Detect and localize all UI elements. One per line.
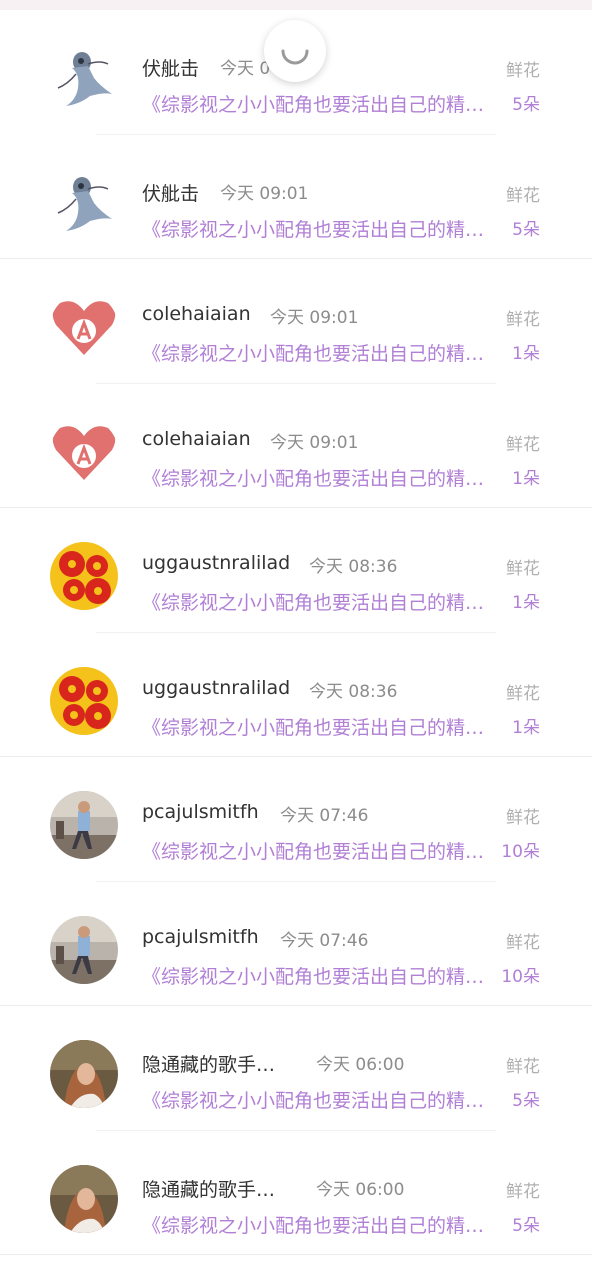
book-title-link[interactable]: 《综影视之小小配角也要活出自己的精彩》 — [142, 713, 494, 740]
gift-time: 今天 09:01 — [270, 308, 359, 328]
list-item[interactable]: 隐通藏的歌手… 今天 06:00 《综影视之小小配角也要活出自己的精彩》 鲜花 … — [0, 1006, 592, 1131]
user-name[interactable]: pcajulsmitfh — [142, 801, 259, 823]
gift-time: 今天 09:01 — [270, 432, 359, 453]
gift-count: 5朵 — [512, 219, 540, 240]
gift-time: 今天 08:36 — [309, 557, 398, 577]
book-title-link[interactable]: 《综影视之小小配角也要活出自己的精彩》 — [142, 1211, 494, 1238]
gift-count: 5朵 — [512, 1215, 540, 1236]
gift-type-label: 鲜花 — [506, 683, 540, 704]
user-name[interactable]: colehaiaian — [142, 303, 251, 325]
gift-type-label: 鲜花 — [506, 61, 540, 81]
book-title-link[interactable]: 《综影视之小小配角也要活出自己的精彩》 — [142, 837, 494, 864]
user-name[interactable]: uggaustnralilad — [142, 552, 290, 574]
list-item[interactable]: colehaiaian 今天 09:01 《综影视之小小配角也要活出自己的精彩》… — [0, 259, 592, 384]
street-photo-avatar[interactable] — [50, 791, 118, 859]
gift-type-label: 鲜花 — [506, 932, 540, 953]
user-name[interactable]: 隐通藏的歌手… — [142, 1050, 275, 1077]
gift-type-label: 鲜花 — [506, 185, 540, 206]
list-item[interactable]: pcajulsmitfh 今天 07:46 《综影视之小小配角也要活出自己的精彩… — [0, 757, 592, 882]
gift-time: 今天 06:00 — [316, 1179, 405, 1200]
red-flowers-avatar[interactable] — [50, 666, 118, 735]
book-title-link[interactable]: 《综影视之小小配角也要活出自己的精彩》 — [142, 588, 494, 615]
ghost-figure-avatar[interactable] — [50, 44, 118, 112]
list-item[interactable]: colehaiaian 今天 09:01 《综影视之小小配角也要活出自己的精彩》… — [0, 384, 592, 508]
heart-letter-a-avatar[interactable] — [50, 293, 118, 361]
flower-gift-list: 伏舭击 今天 0 《综影视之小小配角也要活出自己的精彩》 鲜花 5朵 伏舭击 今… — [0, 10, 592, 1255]
street-photo-avatar[interactable] — [50, 915, 118, 984]
book-title-link[interactable]: 《综影视之小小配角也要活出自己的精彩》 — [142, 90, 494, 117]
red-flowers-avatar[interactable] — [50, 542, 118, 610]
ghost-figure-avatar[interactable] — [50, 168, 118, 237]
gift-time: 今天 06:00 — [316, 1055, 405, 1075]
gift-count: 10朵 — [501, 842, 540, 862]
status-bar — [0, 0, 592, 10]
gift-count: 1朵 — [512, 468, 540, 489]
girl-portrait-avatar[interactable] — [50, 1040, 118, 1108]
gift-count: 10朵 — [501, 966, 540, 987]
gift-type-label: 鲜花 — [506, 1181, 540, 1202]
book-title-link[interactable]: 《综影视之小小配角也要活出自己的精彩》 — [142, 464, 494, 491]
gift-type-label: 鲜花 — [506, 808, 540, 828]
gift-time: 今天 07:46 — [280, 806, 369, 826]
user-name[interactable]: 伏舭击 — [142, 54, 199, 81]
gift-type-label: 鲜花 — [506, 559, 540, 579]
girl-portrait-avatar[interactable] — [50, 1164, 118, 1233]
book-title-link[interactable]: 《综影视之小小配角也要活出自己的精彩》 — [142, 1086, 494, 1113]
gift-time: 今天 07:46 — [280, 930, 369, 951]
list-item[interactable]: pcajulsmitfh 今天 07:46 《综影视之小小配角也要活出自己的精彩… — [0, 882, 592, 1006]
gift-count: 1朵 — [512, 717, 540, 738]
book-title-link[interactable]: 《综影视之小小配角也要活出自己的精彩》 — [142, 962, 494, 989]
gift-type-label: 鲜花 — [506, 434, 540, 455]
loading-spinner-icon — [264, 20, 326, 82]
divider — [0, 1254, 592, 1255]
user-name[interactable]: pcajulsmitfh — [142, 926, 259, 948]
gift-count: 1朵 — [512, 344, 540, 364]
gift-time: 今天 0 — [220, 59, 271, 79]
list-item[interactable]: 伏舭击 今天 09:01 《综影视之小小配角也要活出自己的精彩》 鲜花 5朵 — [0, 135, 592, 259]
gift-time: 今天 08:36 — [309, 681, 398, 702]
gift-type-label: 鲜花 — [506, 1057, 540, 1077]
user-name[interactable]: 隐通藏的歌手… — [142, 1175, 275, 1202]
user-name[interactable]: uggaustnralilad — [142, 677, 290, 699]
user-name[interactable]: colehaiaian — [142, 428, 251, 450]
gift-count: 5朵 — [512, 1091, 540, 1111]
book-title-link[interactable]: 《综影视之小小配角也要活出自己的精彩》 — [142, 339, 494, 366]
gift-count: 5朵 — [512, 95, 540, 115]
list-item[interactable]: 隐通藏的歌手… 今天 06:00 《综影视之小小配角也要活出自己的精彩》 鲜花 … — [0, 1131, 592, 1255]
gift-count: 1朵 — [512, 593, 540, 613]
user-name[interactable]: 伏舭击 — [142, 179, 199, 206]
list-item[interactable]: uggaustnralilad 今天 08:36 《综影视之小小配角也要活出自己… — [0, 633, 592, 757]
gift-time: 今天 09:01 — [220, 183, 309, 204]
list-item[interactable]: uggaustnralilad 今天 08:36 《综影视之小小配角也要活出自己… — [0, 508, 592, 633]
gift-type-label: 鲜花 — [506, 310, 540, 330]
heart-letter-a-avatar[interactable] — [50, 417, 118, 486]
book-title-link[interactable]: 《综影视之小小配角也要活出自己的精彩》 — [142, 215, 494, 242]
